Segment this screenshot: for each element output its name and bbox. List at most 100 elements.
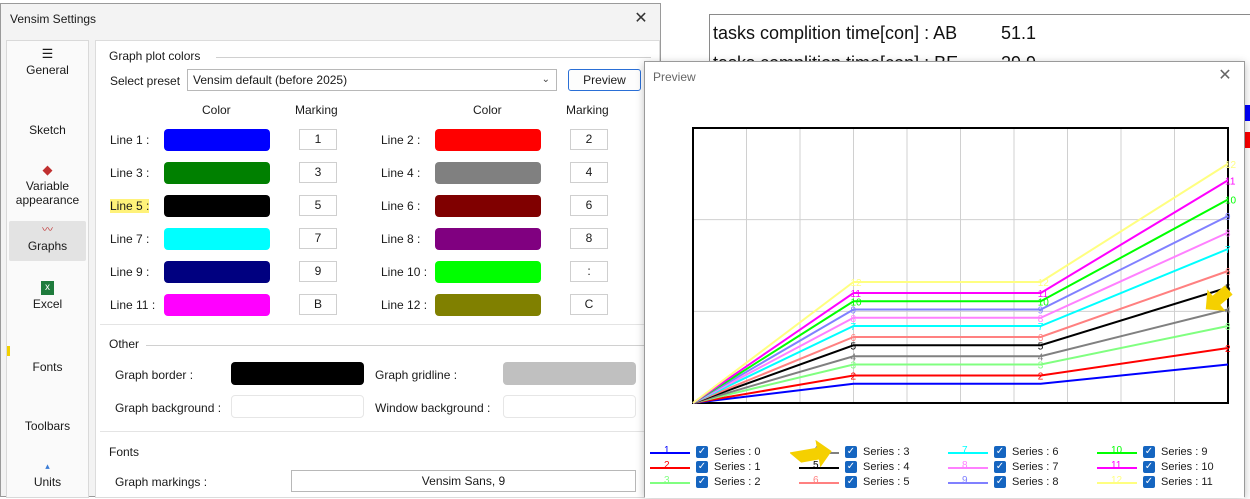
sidebar-item-sketch[interactable]: ✎ Sketch <box>9 107 86 147</box>
line-color-swatch[interactable] <box>435 129 541 151</box>
legend-series-name: Series : 10 <box>1161 461 1214 473</box>
sidebar-item-toolbars[interactable]: Toolbars <box>9 403 86 459</box>
line-marking-field[interactable]: 2 <box>570 129 608 150</box>
list-icon: ☰ <box>41 46 54 61</box>
row-value: 51.1 <box>1001 23 1037 43</box>
legend-item: 7 ✓ Series : 6 <box>948 445 1093 460</box>
legend-series-name: Series : 6 <box>1012 446 1059 458</box>
sidebar-item-label: Excel <box>32 297 63 311</box>
group-title-other: Other <box>109 337 140 351</box>
preset-label: Select preset <box>110 74 181 88</box>
sidebar-item-label: General <box>26 63 69 77</box>
graph-border-color[interactable] <box>231 362 364 385</box>
checkbox[interactable]: ✓ <box>696 446 708 458</box>
legend-line <box>650 482 690 484</box>
line-marking-field[interactable]: 8 <box>570 228 608 249</box>
window-background-color[interactable] <box>503 395 636 418</box>
preset-select[interactable]: Vensim default (before 2025) ⌄ <box>187 69 557 91</box>
checkbox[interactable]: ✓ <box>1143 461 1155 473</box>
legend-line <box>948 452 988 454</box>
line-marking-field[interactable]: 4 <box>570 162 608 183</box>
checkbox[interactable]: ✓ <box>994 461 1006 473</box>
title-bar: Vensim Settings ✕ <box>1 4 660 35</box>
line-color-swatch[interactable] <box>435 162 541 184</box>
sidebar-item-general[interactable]: ☰ General <box>9 47 86 87</box>
line-color-swatch[interactable] <box>435 261 541 283</box>
preview-button[interactable]: Preview <box>568 69 641 91</box>
sidebar-item-label: Graphs <box>27 239 68 253</box>
series-marker-label: 6 <box>851 333 857 344</box>
close-icon[interactable]: ✕ <box>632 10 650 28</box>
sidebar-item-label: Toolbars <box>24 419 71 433</box>
paint-bucket-icon: ◆ <box>42 162 53 177</box>
graph-background-color[interactable] <box>231 395 364 418</box>
legend-item: 9 ✓ Series : 8 <box>948 475 1093 490</box>
line-label: Line 3 : <box>110 166 150 180</box>
graph-markings-font-button[interactable]: Vensim Sans, 9 <box>291 470 636 492</box>
checkbox[interactable]: ✓ <box>994 476 1006 488</box>
graph-gridline-color[interactable] <box>503 362 636 385</box>
checkbox[interactable]: ✓ <box>696 476 708 488</box>
line-color-swatch[interactable] <box>164 162 270 184</box>
line-label: Line 9 : <box>110 265 150 279</box>
sidebar-item-variable-appearance[interactable]: ◆ Variable appearance <box>9 163 86 215</box>
sidebar-item-fonts[interactable]: Fonts <box>9 344 86 400</box>
legend-series-name: Series : 9 <box>1161 446 1208 458</box>
legend-marker: 11 <box>1111 460 1122 471</box>
window-title: Vensim Settings <box>10 12 97 26</box>
sidebar-item-units[interactable]: ▴ Units <box>9 459 86 499</box>
line-marking-field[interactable]: 5 <box>299 195 337 216</box>
line-label: Line 2 : <box>381 133 421 147</box>
line-color-swatch[interactable] <box>164 261 270 283</box>
line-color-swatch[interactable] <box>164 129 270 151</box>
line-marking-field[interactable]: 9 <box>299 261 337 282</box>
sidebar-item-excel[interactable]: x Excel <box>9 281 86 321</box>
checkbox[interactable]: ✓ <box>1143 446 1155 458</box>
group-divider <box>216 57 651 58</box>
series-marker-label: 12 <box>1225 160 1237 171</box>
legend-marker: 7 <box>962 445 968 456</box>
marking-header-right: Marking <box>566 103 609 117</box>
legend-series-name: Series : 3 <box>863 446 910 458</box>
line-color-swatch[interactable] <box>164 228 270 250</box>
series-marker-label: 9 <box>1225 212 1231 223</box>
legend-marker: 10 <box>1111 445 1123 456</box>
checkbox[interactable]: ✓ <box>845 476 857 488</box>
line-marking-field[interactable]: 1 <box>299 129 337 150</box>
line-marking-field[interactable]: 3 <box>299 162 337 183</box>
sidebar-item-graphs[interactable]: 〰 Graphs <box>9 221 86 261</box>
preview-legend: 1✓Series : 02✓Series : 13✓Series : 24✓Se… <box>645 441 1244 498</box>
legend-series-name: Series : 4 <box>863 461 910 473</box>
line-color-swatch[interactable] <box>164 195 270 217</box>
line-marking-field[interactable]: B <box>299 294 337 315</box>
series-marker-label: 10 <box>1225 196 1237 207</box>
row-label: tasks complition time[con] : AB <box>713 23 958 43</box>
series-marker-label: 2 <box>1038 372 1044 383</box>
checkbox[interactable]: ✓ <box>1143 476 1155 488</box>
chevron-down-icon: ⌄ <box>541 74 550 85</box>
legend-line <box>799 482 839 484</box>
line-color-swatch[interactable] <box>435 228 541 250</box>
series-marker-label: 8 <box>1225 229 1231 240</box>
line-marking-field[interactable]: C <box>570 294 608 315</box>
preview-window: Preview ✕ 222333444555666777888999101010… <box>644 61 1245 498</box>
line-marking-field[interactable]: : <box>570 261 608 282</box>
sidebar-item-label: Sketch <box>29 123 66 137</box>
line-label: Line 5 : <box>110 199 150 213</box>
checkbox[interactable]: ✓ <box>845 446 857 458</box>
line-color-swatch[interactable] <box>164 294 270 316</box>
legend-series-name: Series : 2 <box>714 476 761 488</box>
window-background-label: Window background : <box>375 401 491 415</box>
checkbox[interactable]: ✓ <box>696 461 708 473</box>
series-marker-label: 6 <box>1038 333 1044 344</box>
line-marking-field[interactable]: 6 <box>570 195 608 216</box>
settings-content: Graph plot colors Select preset Vensim d… <box>95 40 660 498</box>
legend-series-name: Series : 8 <box>1012 476 1059 488</box>
line-color-swatch[interactable] <box>435 195 541 217</box>
series-marker-label: 11 <box>851 289 862 300</box>
line-marking-field[interactable]: 7 <box>299 228 337 249</box>
line-color-swatch[interactable] <box>435 294 541 316</box>
checkbox[interactable]: ✓ <box>994 446 1006 458</box>
legend-item: 10 ✓ Series : 9 <box>1097 445 1242 460</box>
checkbox[interactable]: ✓ <box>845 461 857 473</box>
